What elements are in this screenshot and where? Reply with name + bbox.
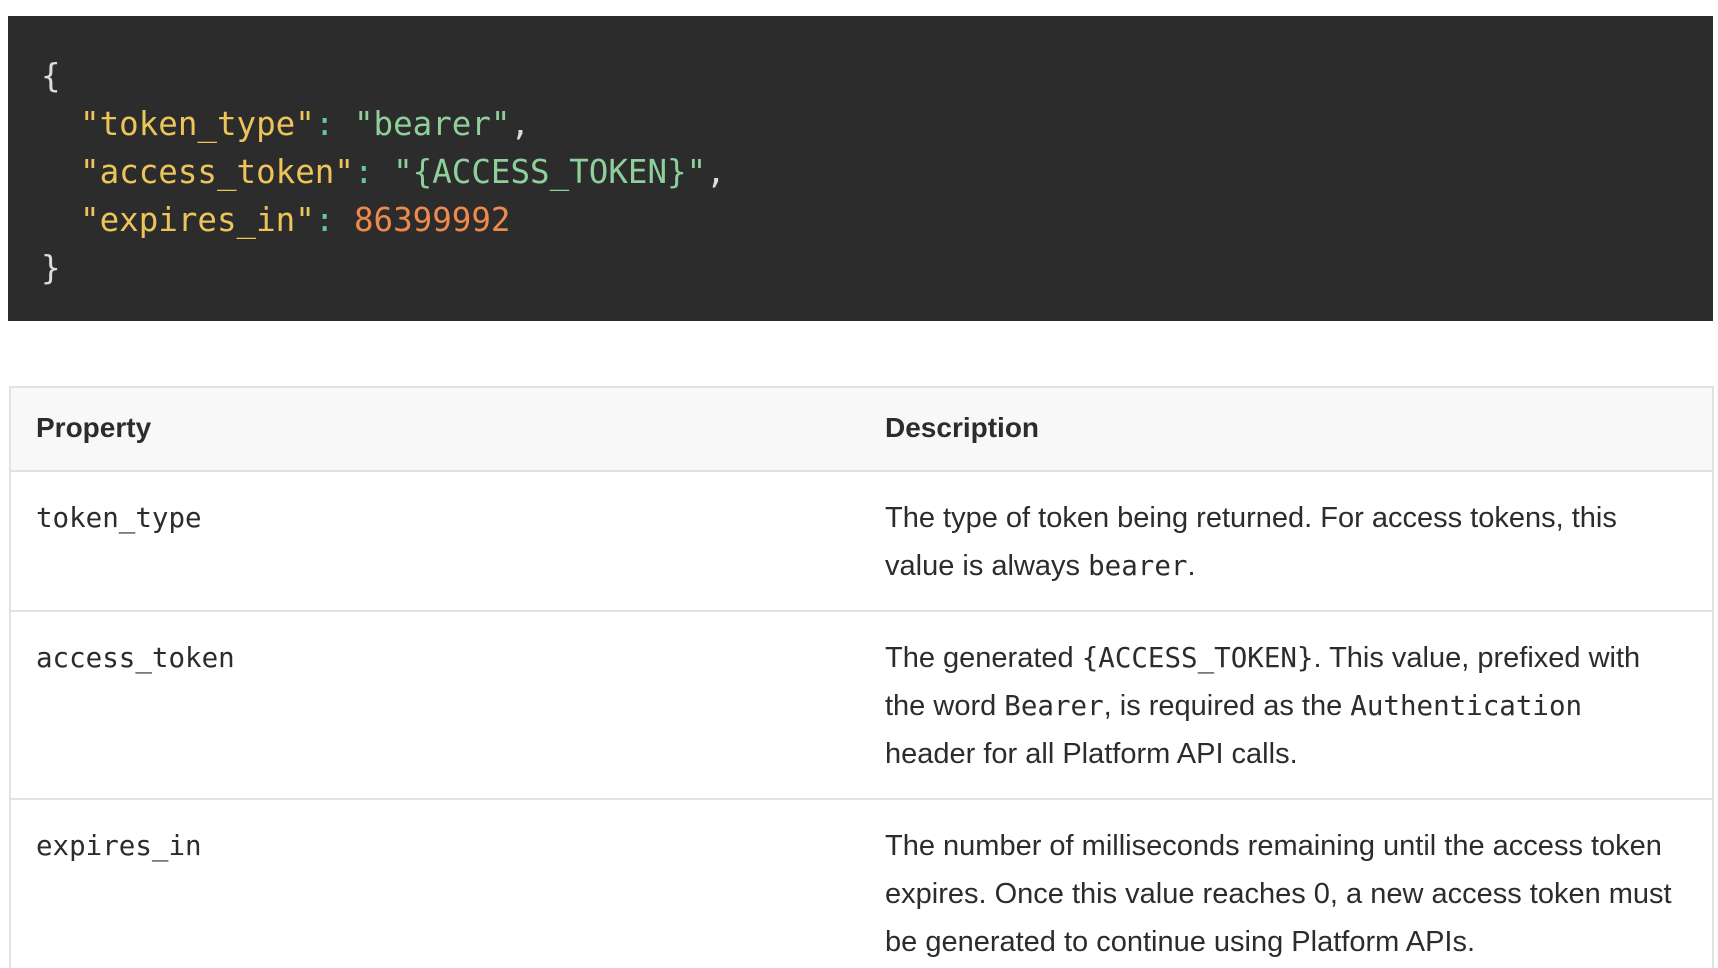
description-text: header for all Platform API calls. bbox=[885, 738, 1298, 770]
inline-code: bearer bbox=[1088, 550, 1188, 582]
json-string-value: "{ACCESS_TOKEN}" bbox=[393, 153, 707, 191]
open-brace: { bbox=[41, 57, 61, 95]
description-cell: The type of token being returned. For ac… bbox=[860, 470, 1714, 612]
description-cell: The number of milliseconds remaining unt… bbox=[860, 798, 1714, 968]
header-description: Description bbox=[860, 386, 1714, 472]
description-text: The number of milliseconds remaining unt… bbox=[885, 830, 1672, 958]
description-cell: The generated {ACCESS_TOKEN}. This value… bbox=[860, 610, 1714, 800]
description-text: The type of token being returned. For ac… bbox=[885, 502, 1617, 582]
close-brace: } bbox=[41, 249, 61, 287]
table-row: access_token The generated {ACCESS_TOKEN… bbox=[9, 610, 1714, 800]
property-name: access_token bbox=[36, 642, 235, 674]
code-block: { "token_type": "bearer", "access_token"… bbox=[8, 16, 1713, 321]
code-close-brace: } bbox=[41, 244, 1713, 292]
description-text: , is required as the bbox=[1103, 690, 1351, 722]
table-header-row: Property Description bbox=[9, 386, 1714, 472]
json-key: "expires_in" bbox=[80, 201, 315, 239]
json-number-value: 86399992 bbox=[353, 201, 511, 239]
code-line-token-type: "token_type": "bearer", bbox=[41, 100, 1713, 148]
code-line-expires-in: "expires_in": 86399992 bbox=[41, 196, 1713, 244]
json-comma: , bbox=[510, 105, 531, 143]
description-text: The generated bbox=[885, 642, 1082, 674]
table-row: expires_in The number of milliseconds re… bbox=[9, 798, 1714, 968]
property-cell: expires_in bbox=[9, 798, 860, 968]
header-property: Property bbox=[9, 386, 860, 472]
property-name: token_type bbox=[36, 502, 202, 534]
property-cell: access_token bbox=[9, 610, 860, 800]
json-key: "access_token" bbox=[80, 153, 354, 191]
property-name: expires_in bbox=[36, 830, 202, 862]
json-colon: : bbox=[353, 153, 374, 191]
property-cell: token_type bbox=[9, 470, 860, 612]
inline-code: Authentication bbox=[1350, 690, 1583, 722]
inline-code: Bearer bbox=[1004, 690, 1104, 722]
properties-table: Property Description token_type The type… bbox=[9, 386, 1714, 968]
code-open-brace: { bbox=[41, 52, 1713, 100]
table-row: token_type The type of token being retur… bbox=[9, 470, 1714, 612]
json-string-value: "bearer" bbox=[353, 105, 511, 143]
inline-code: {ACCESS_TOKEN} bbox=[1081, 642, 1314, 674]
description-text: . bbox=[1187, 550, 1196, 582]
json-colon: : bbox=[314, 201, 335, 239]
json-key: "token_type" bbox=[80, 105, 315, 143]
json-colon: : bbox=[314, 105, 335, 143]
json-comma: , bbox=[706, 153, 726, 191]
code-line-access-token: "access_token": "{ACCESS_TOKEN}", bbox=[41, 148, 1713, 196]
